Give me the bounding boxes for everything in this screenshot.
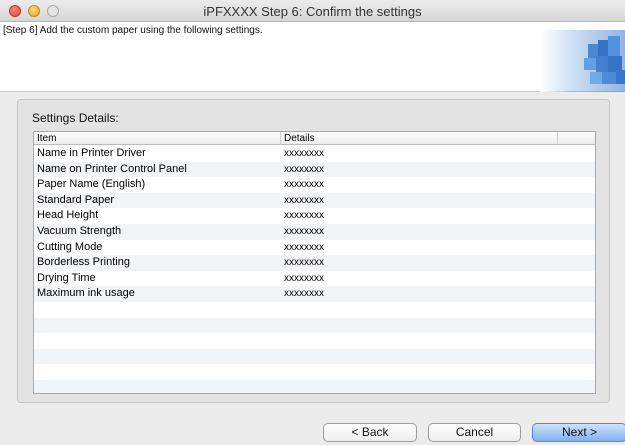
row-details: xxxxxxxx <box>284 272 324 284</box>
column-header-item[interactable]: Item <box>34 132 281 145</box>
row-details: xxxxxxxx <box>284 225 324 237</box>
table-body: Name in Printer Driver xxxxxxxx Name on … <box>34 146 595 393</box>
table-row-empty <box>34 364 595 380</box>
table-row[interactable]: Name on Printer Control Panel xxxxxxxx <box>34 161 595 178</box>
table-row-empty <box>34 348 595 365</box>
table-row[interactable]: Cutting Mode xxxxxxxx <box>34 240 595 256</box>
table-row[interactable]: Borderless Printing xxxxxxxx <box>34 255 595 271</box>
row-item: Cutting Mode <box>37 240 103 253</box>
printer-paper-graphic-icon <box>540 30 625 92</box>
next-button[interactable]: Next > <box>532 423 625 442</box>
step-header: [Step 6] Add the custom paper using the … <box>0 22 625 92</box>
row-item: Name on Printer Control Panel <box>37 162 187 175</box>
row-details: xxxxxxxx <box>284 241 324 253</box>
window-title: iPFXXXX Step 6: Confirm the settings <box>203 4 422 19</box>
row-details: xxxxxxxx <box>284 257 324 269</box>
row-item: Name in Printer Driver <box>37 147 146 159</box>
row-details: xxxxxxxx <box>284 194 324 206</box>
table-row[interactable]: Vacuum Strength xxxxxxxx <box>34 223 595 240</box>
column-header-empty <box>558 132 595 145</box>
table-row[interactable]: Name in Printer Driver xxxxxxxx <box>34 146 595 162</box>
row-item: Borderless Printing <box>37 256 130 269</box>
row-details: xxxxxxxx <box>284 148 324 159</box>
table-row[interactable]: Standard Paper xxxxxxxx <box>34 192 595 209</box>
row-details: xxxxxxxx <box>284 288 324 300</box>
row-item: Vacuum Strength <box>37 224 122 237</box>
row-details: xxxxxxxx <box>284 210 324 222</box>
row-details: xxxxxxxx <box>284 163 324 175</box>
row-item: Standard Paper <box>37 193 115 206</box>
table-row-empty <box>34 379 595 393</box>
column-header-details[interactable]: Details <box>281 132 558 145</box>
step-instruction: [Step 6] Add the custom paper using the … <box>3 25 263 36</box>
table-row[interactable]: Maximum ink usage xxxxxxxx <box>34 286 595 302</box>
row-item: Maximum ink usage <box>37 287 135 300</box>
dialog-window: iPFXXXX Step 6: Confirm the settings [St… <box>0 0 625 445</box>
row-item: Drying Time <box>37 271 96 284</box>
table-row-empty <box>34 302 595 318</box>
settings-details-panel: Settings Details: Item Details Name in P… <box>17 99 610 403</box>
cancel-button[interactable]: Cancel <box>428 423 521 442</box>
row-item: Paper Name (English) <box>37 178 146 191</box>
table-row[interactable]: Drying Time xxxxxxxx <box>34 271 595 287</box>
back-button[interactable]: < Back <box>323 423 417 442</box>
settings-details-title: Settings Details: <box>32 111 119 125</box>
row-item: Head Height <box>37 209 99 222</box>
table-header: Item Details <box>34 132 595 145</box>
table-row[interactable]: Head Height xxxxxxxx <box>34 208 595 224</box>
table-row-empty <box>34 317 595 334</box>
table-row-empty <box>34 333 595 349</box>
table-row[interactable]: Paper Name (English) xxxxxxxx <box>34 177 595 193</box>
row-details: xxxxxxxx <box>284 179 324 191</box>
settings-table[interactable]: Item Details Name in Printer Driver xxxx… <box>33 131 596 394</box>
title-bar[interactable]: iPFXXXX Step 6: Confirm the settings <box>0 0 625 22</box>
